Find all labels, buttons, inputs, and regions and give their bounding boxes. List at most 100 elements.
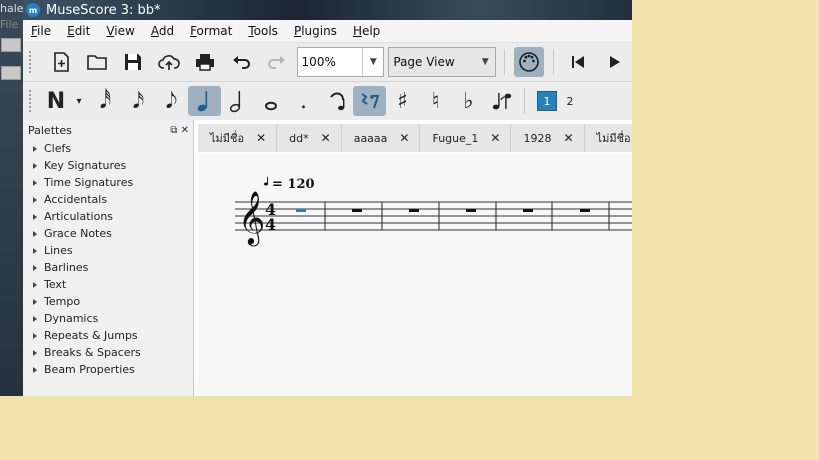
rest-button[interactable]	[353, 86, 386, 116]
palette-item-label: Lines	[44, 244, 73, 257]
flat-button[interactable]: ♭	[452, 86, 485, 116]
undock-icon[interactable]: ⧉	[170, 125, 177, 136]
palettes-title: Palettes	[28, 123, 72, 137]
menu-view[interactable]: View	[98, 24, 142, 38]
score-canvas[interactable]: 𝄞 4 4 = 120	[198, 154, 632, 396]
view-mode-value: Page View	[393, 55, 455, 69]
whole-rest[interactable]	[523, 209, 533, 212]
upload-button[interactable]	[154, 47, 184, 77]
play-icon	[610, 56, 620, 68]
new-score-button[interactable]	[46, 47, 76, 77]
printer-icon	[195, 54, 214, 71]
note-input-dropdown[interactable]: ▾	[69, 86, 89, 116]
palette-item-label: Repeats & Jumps	[44, 329, 138, 342]
undo-button[interactable]	[226, 47, 256, 77]
view-mode-select[interactable]: Page View ▼	[388, 47, 497, 77]
whole-rest[interactable]	[352, 209, 362, 212]
menu-plugins[interactable]: Plugins	[286, 24, 345, 38]
palette-repeats-jumps[interactable]: Repeats & Jumps	[23, 327, 193, 344]
note-input-mode-button[interactable]: N	[43, 86, 69, 116]
rewind-button[interactable]	[563, 47, 593, 77]
print-button[interactable]	[190, 47, 220, 77]
tab-label: ไม่มีชื่อ	[596, 132, 631, 145]
expand-arrow-icon	[33, 298, 37, 305]
palette-tempo[interactable]: Tempo	[23, 293, 193, 310]
background-window-title: hale	[0, 2, 23, 15]
palette-accidentals[interactable]: Accidentals	[23, 191, 193, 208]
voice-2-button[interactable]: 2	[561, 95, 579, 108]
palette-clefs[interactable]: Clefs	[23, 140, 193, 157]
menu-file[interactable]: File	[23, 24, 59, 38]
open-button[interactable]	[82, 47, 112, 77]
menu-help[interactable]: Help	[345, 24, 388, 38]
midi-input-button[interactable]	[514, 47, 545, 77]
menu-tools[interactable]: Tools	[240, 24, 286, 38]
menu-edit[interactable]: Edit	[59, 24, 98, 38]
zoom-select[interactable]: 100% ▼	[296, 47, 385, 77]
natural-button[interactable]: ♮	[419, 86, 452, 116]
tab-score-1[interactable]: ไม่มีชื่อ ✕	[198, 124, 278, 152]
close-tab-icon[interactable]: ✕	[256, 131, 266, 145]
thirtysecond-note-icon: 𝅘𝅥𝅯	[132, 88, 145, 114]
treble-clef-icon[interactable]: 𝄞	[238, 190, 265, 246]
expand-arrow-icon	[33, 213, 37, 220]
close-icon[interactable]: ✕	[181, 125, 189, 136]
time-signature[interactable]: 4 4	[265, 200, 276, 234]
tie-button[interactable]	[320, 86, 353, 116]
tempo-marking[interactable]: = 120	[264, 177, 315, 192]
sixteenth-note-button[interactable]: 𝅘𝅥𝅮	[155, 86, 188, 116]
tab-score-2[interactable]: dd* ✕	[277, 124, 342, 152]
whole-note-button[interactable]	[254, 86, 287, 116]
augmentation-dot-button[interactable]: .	[287, 86, 320, 116]
half-note-button[interactable]	[221, 86, 254, 116]
sixtyfourth-note-button[interactable]: 𝅘𝅥𝅰	[89, 86, 122, 116]
palette-item-label: Clefs	[44, 142, 72, 155]
whole-rest[interactable]	[466, 209, 476, 212]
main-area: Palettes ⧉ ✕ Clefs Key Signatures Time S…	[23, 120, 632, 396]
whole-rest[interactable]	[409, 209, 419, 212]
toolbar-grip[interactable]	[29, 51, 35, 73]
thirtysecond-note-button[interactable]: 𝅘𝅥𝅯	[122, 86, 155, 116]
selected-whole-rest[interactable]	[296, 209, 306, 212]
close-tab-icon[interactable]: ✕	[321, 131, 331, 145]
time-signature-bottom: 4	[265, 215, 276, 234]
tab-score-6[interactable]: ไม่มีชื่อ	[584, 124, 632, 152]
musescore-window: m MuseScore 3: bb* File Edit View Add Fo…	[23, 0, 632, 396]
tab-score-5[interactable]: 1928 ✕	[511, 124, 585, 152]
play-button[interactable]	[599, 47, 629, 77]
palette-articulations[interactable]: Articulations	[23, 208, 193, 225]
palette-key-signatures[interactable]: Key Signatures	[23, 157, 193, 174]
palette-breaks-spacers[interactable]: Breaks & Spacers	[23, 344, 193, 361]
tab-score-3[interactable]: aaaaa ✕	[341, 124, 421, 152]
save-button[interactable]	[118, 47, 148, 77]
staff-lines	[235, 201, 632, 231]
redo-button[interactable]	[262, 47, 292, 77]
close-tab-icon[interactable]: ✕	[490, 131, 500, 145]
rest-icon	[360, 93, 379, 109]
quarter-note-button[interactable]	[188, 86, 221, 116]
sharp-button[interactable]: ♯	[386, 86, 419, 116]
palette-lines[interactable]: Lines	[23, 242, 193, 259]
toolbar-grip[interactable]	[29, 90, 35, 112]
palette-beam-properties[interactable]: Beam Properties	[23, 361, 193, 378]
whole-rest[interactable]	[580, 209, 590, 212]
note-input-icon: N	[46, 88, 66, 114]
tab-label: Fugue_1	[432, 131, 479, 145]
score-staff[interactable]: 𝄞 4 4 = 120	[198, 154, 632, 396]
title-bar[interactable]: m MuseScore 3: bb*	[23, 0, 632, 20]
close-tab-icon[interactable]: ✕	[399, 131, 409, 145]
score-area: ไม่มีชื่อ ✕ dd* ✕ aaaaa ✕ Fugue_1 ✕ 1928 ✕ ไม…	[194, 120, 632, 396]
palette-time-signatures[interactable]: Time Signatures	[23, 174, 193, 191]
palette-grace-notes[interactable]: Grace Notes	[23, 225, 193, 242]
menu-add[interactable]: Add	[143, 24, 182, 38]
flip-direction-button[interactable]	[485, 86, 518, 116]
close-tab-icon[interactable]: ✕	[563, 131, 573, 145]
palette-text[interactable]: Text	[23, 276, 193, 293]
tab-score-4[interactable]: Fugue_1 ✕	[420, 124, 512, 152]
palette-barlines[interactable]: Barlines	[23, 259, 193, 276]
background-window-menu: File	[0, 18, 19, 31]
voice-1-button[interactable]: 1	[537, 91, 557, 111]
palette-dynamics[interactable]: Dynamics	[23, 310, 193, 327]
menu-format[interactable]: Format	[182, 24, 240, 38]
palette-item-label: Accidentals	[44, 193, 108, 206]
